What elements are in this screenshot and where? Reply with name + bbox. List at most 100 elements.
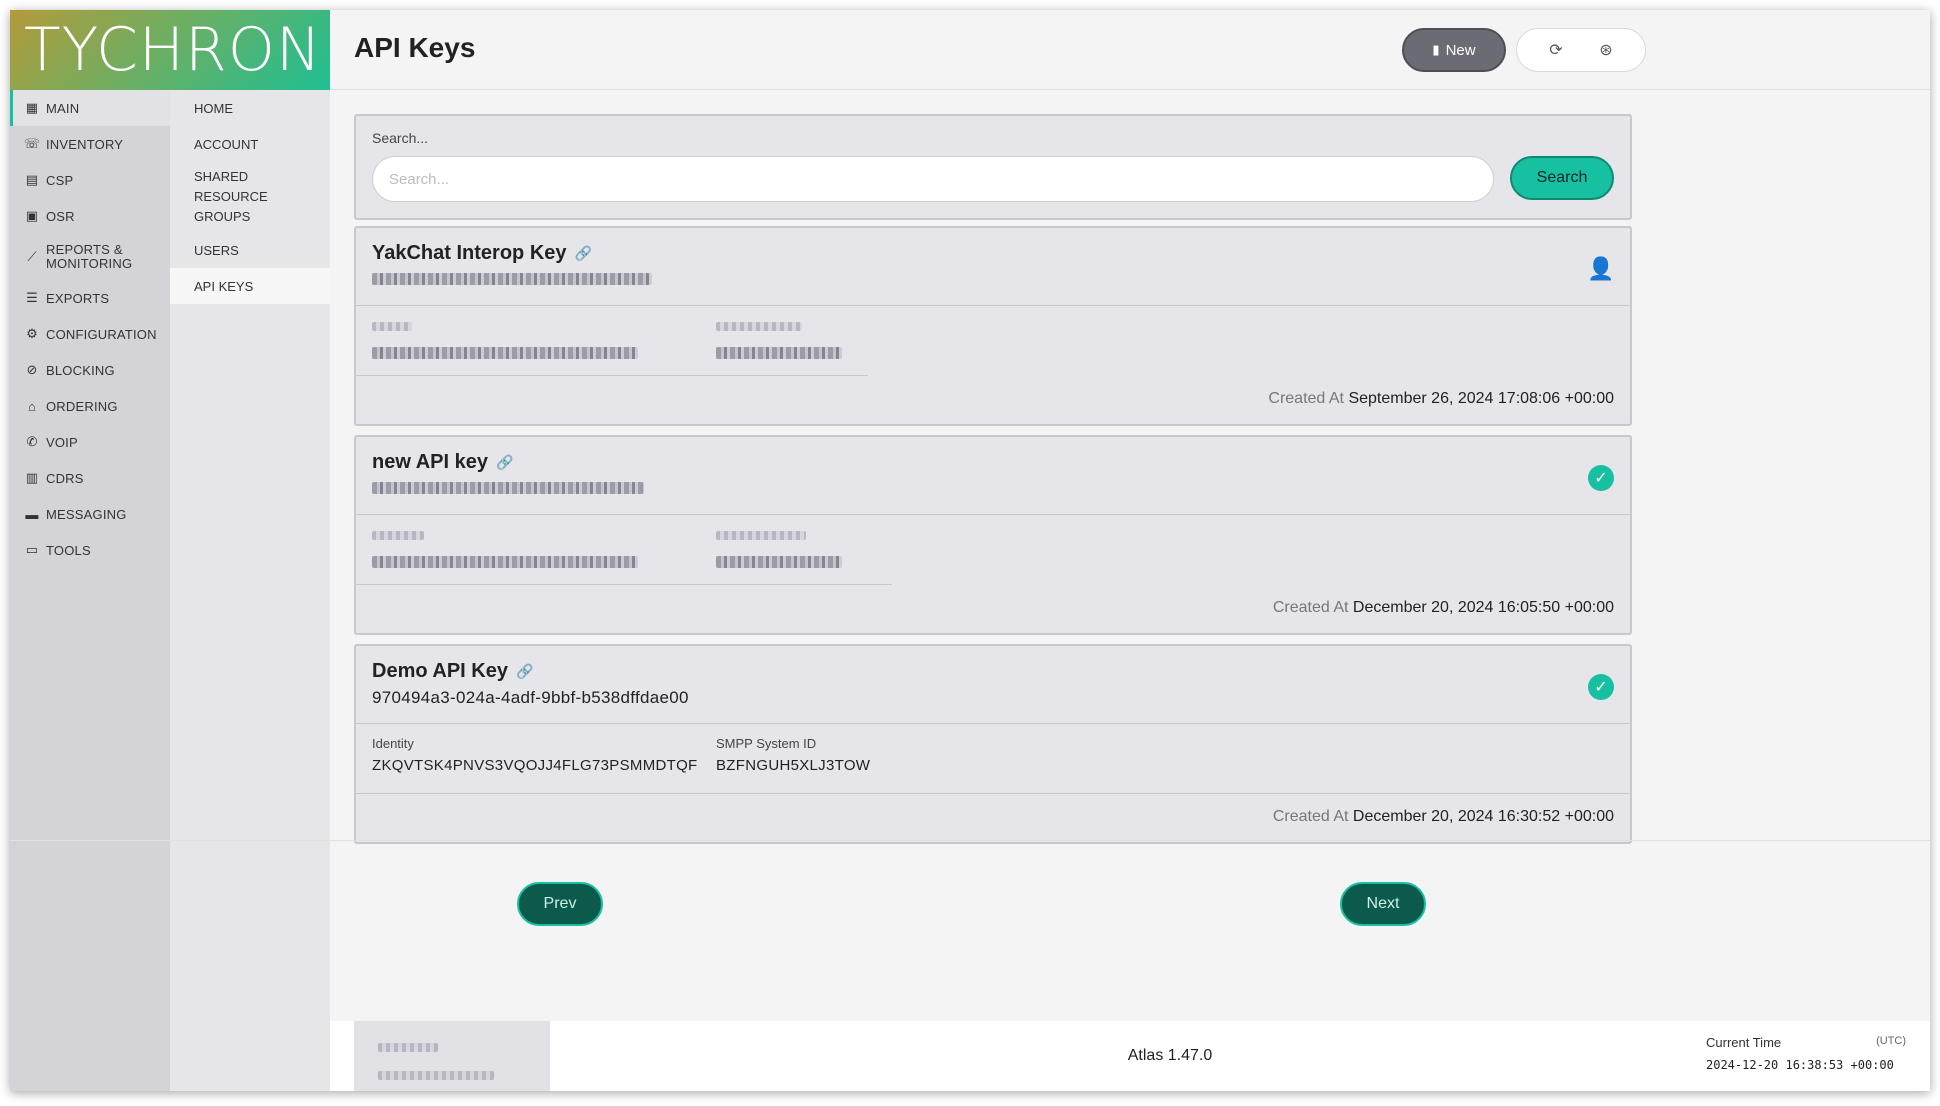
key-card-details: Identity ZKQVTSK4PNVS3VQOJJ4FLG73PSMMDTQ… xyxy=(356,724,1630,794)
nav-voip[interactable]: ✆ VOIP xyxy=(10,424,170,460)
link-icon[interactable]: 🔗 xyxy=(575,245,592,262)
nav-configuration[interactable]: ⚙ CONFIGURATION xyxy=(10,316,170,352)
settings-icon[interactable]: ⊛ xyxy=(1599,40,1612,60)
subnav-account[interactable]: ACCOUNT xyxy=(170,126,330,162)
check-circle-icon: ✓ xyxy=(1588,465,1614,491)
key-card-footer: Created At December 20, 2024 16:05:50 +0… xyxy=(356,585,1630,633)
key-name-text: Demo API Key xyxy=(372,660,508,682)
nav-osr[interactable]: ▣ OSR xyxy=(10,198,170,234)
key-card-header: Demo API Key 🔗 970494a3-024a-4adf-9bbf-b… xyxy=(356,646,1630,724)
identity-label: Identity xyxy=(372,736,414,751)
subnav-users[interactable]: USERS xyxy=(170,232,330,268)
created-at-value: December 20, 2024 16:05:50 +00:00 xyxy=(1352,599,1614,616)
gear-box-icon: ▣ xyxy=(25,208,39,223)
subnav-label: SHARED RESOURCE GROUPS xyxy=(194,169,268,224)
key-card-details xyxy=(356,306,868,376)
key-value-redacted xyxy=(372,479,644,499)
nav-label: CSP xyxy=(46,172,74,188)
line-chart-icon: ⟋ xyxy=(27,249,37,264)
briefcase-icon: ▭ xyxy=(25,542,39,557)
nav-label: INVENTORY xyxy=(46,136,124,152)
nav-messaging[interactable]: ▬ MESSAGING xyxy=(10,496,170,532)
nav-main[interactable]: ▦ MAIN xyxy=(10,90,170,126)
nav-label: OSR xyxy=(46,208,75,224)
chat-icon: ▬ xyxy=(25,506,39,522)
key-card-footer: Created At September 26, 2024 17:08:06 +… xyxy=(356,376,1630,424)
building-icon: ▦ xyxy=(25,100,39,115)
key-value-redacted xyxy=(372,270,652,290)
identity-value: ZKQVTSK4PNVS3VQOJJ4FLG73PSMMDTQF xyxy=(372,757,698,774)
config-icon: ⚙ xyxy=(26,326,38,341)
stack-icon: ☰ xyxy=(26,290,38,305)
nav-label: VOIP xyxy=(46,434,78,450)
smpp-field-redacted xyxy=(716,527,842,573)
current-time: Current Time (UTC) 2024-12-20 16:38:53 +… xyxy=(1706,1035,1906,1072)
smpp-value: BZFNGUH5XLJ3TOW xyxy=(716,757,871,774)
created-at: Created At December 20, 2024 16:05:50 +0… xyxy=(1273,599,1614,617)
brand-logo[interactable]: TYCHRON xyxy=(10,10,330,90)
nav-label: CDRS xyxy=(46,470,84,486)
current-time-label: Current Time xyxy=(1706,1035,1782,1050)
nav-csp[interactable]: ▤ CSP xyxy=(10,162,170,198)
page-header: API Keys ▮ New ⟳ ⊛ xyxy=(330,10,1930,90)
user-check-icon: 👤 xyxy=(1587,256,1615,281)
key-name: YakChat Interop Key 🔗 xyxy=(372,242,592,265)
api-key-card: Demo API Key 🔗 970494a3-024a-4adf-9bbf-b… xyxy=(354,644,1632,844)
key-card-header: new API key 🔗 ✓ xyxy=(356,437,1630,515)
identity-field-redacted xyxy=(372,318,638,364)
subnav-shared-resource-groups[interactable]: SHARED RESOURCE GROUPS xyxy=(170,162,330,232)
nav-ordering[interactable]: ⌂ ORDERING xyxy=(10,388,170,424)
app-window: TYCHRON ▦ MAIN ☏ INVENTORY ▤ CSP ▣ OSR ⟋ REPO… xyxy=(10,10,1930,1091)
link-icon[interactable]: 🔗 xyxy=(496,454,513,471)
next-button[interactable]: Next xyxy=(1340,882,1426,926)
link-icon[interactable]: 🔗 xyxy=(516,663,533,680)
smpp-label: SMPP System ID xyxy=(716,736,817,751)
key-name: Demo API Key 🔗 xyxy=(372,660,533,683)
api-key-card: YakChat Interop Key 🔗 👤 Created At Septe… xyxy=(354,226,1632,426)
key-card-details xyxy=(356,515,892,585)
primary-sidebar: ▦ MAIN ☏ INVENTORY ▤ CSP ▣ OSR ⟋ REPORTS & MO… xyxy=(10,90,170,1091)
nav-label: CONFIGURATION xyxy=(46,326,157,342)
secondary-sidebar: HOME ACCOUNT SHARED RESOURCE GROUPS USER… xyxy=(170,90,330,1091)
search-panel: Search... Search xyxy=(354,114,1632,220)
search-button[interactable]: Search xyxy=(1510,156,1614,200)
search-label: Search... xyxy=(372,130,429,146)
current-time-value: 2024-12-20 16:38:53 +00:00 xyxy=(1706,1058,1894,1072)
nav-label: BLOCKING xyxy=(46,362,115,378)
app-version: Atlas 1.47.0 xyxy=(1127,1047,1213,1064)
user-block-icon: ⊘ xyxy=(26,362,38,377)
identity-field-redacted xyxy=(372,527,638,573)
key-name: new API key 🔗 xyxy=(372,451,513,474)
key-card-header: YakChat Interop Key 🔗 👤 xyxy=(356,228,1630,306)
subnav-home[interactable]: HOME xyxy=(170,90,330,126)
refresh-icon[interactable]: ⟳ xyxy=(1549,40,1562,60)
header-actions: ⟳ ⊛ xyxy=(1516,28,1646,72)
search-input[interactable] xyxy=(372,156,1494,202)
api-key-card: new API key 🔗 ✓ Created At December 20, … xyxy=(354,435,1632,635)
key-value: 970494a3-024a-4adf-9bbf-b538dffdae00 xyxy=(372,688,689,707)
key-name-text: new API key xyxy=(372,451,488,473)
nav-reports-monitoring[interactable]: ⟋ REPORTS & MONITORING xyxy=(10,234,170,280)
nav-tools[interactable]: ▭ TOOLS xyxy=(10,532,170,568)
grid-icon: ▥ xyxy=(25,470,39,485)
phone-icon: ✆ xyxy=(26,434,38,449)
subnav-api-keys[interactable]: API KEYS xyxy=(170,268,330,304)
nav-blocking[interactable]: ⊘ BLOCKING xyxy=(10,352,170,388)
nav-label: REPORTS & MONITORING xyxy=(46,242,133,271)
key-card-footer: Created At December 20, 2024 16:30:52 +0… xyxy=(356,794,1630,842)
nav-label: ORDERING xyxy=(46,398,118,414)
nav-label: TOOLS xyxy=(46,542,91,558)
created-at-label: Created At xyxy=(1272,599,1349,616)
new-button-label: New xyxy=(1445,41,1476,59)
nav-inventory[interactable]: ☏ INVENTORY xyxy=(10,126,170,162)
smpp-field-redacted xyxy=(716,318,842,364)
new-button[interactable]: ▮ New xyxy=(1402,28,1506,72)
prev-button[interactable]: Prev xyxy=(517,882,603,926)
key-name-text: YakChat Interop Key xyxy=(372,242,567,264)
nav-cdrs[interactable]: ▥ CDRS xyxy=(10,460,170,496)
nav-label: EXPORTS xyxy=(46,290,110,306)
created-at-value: September 26, 2024 17:08:06 +00:00 xyxy=(1348,390,1614,407)
nav-exports[interactable]: ☰ EXPORTS xyxy=(10,280,170,316)
nav-label: MESSAGING xyxy=(46,506,127,522)
created-at-label: Created At xyxy=(1272,808,1349,825)
